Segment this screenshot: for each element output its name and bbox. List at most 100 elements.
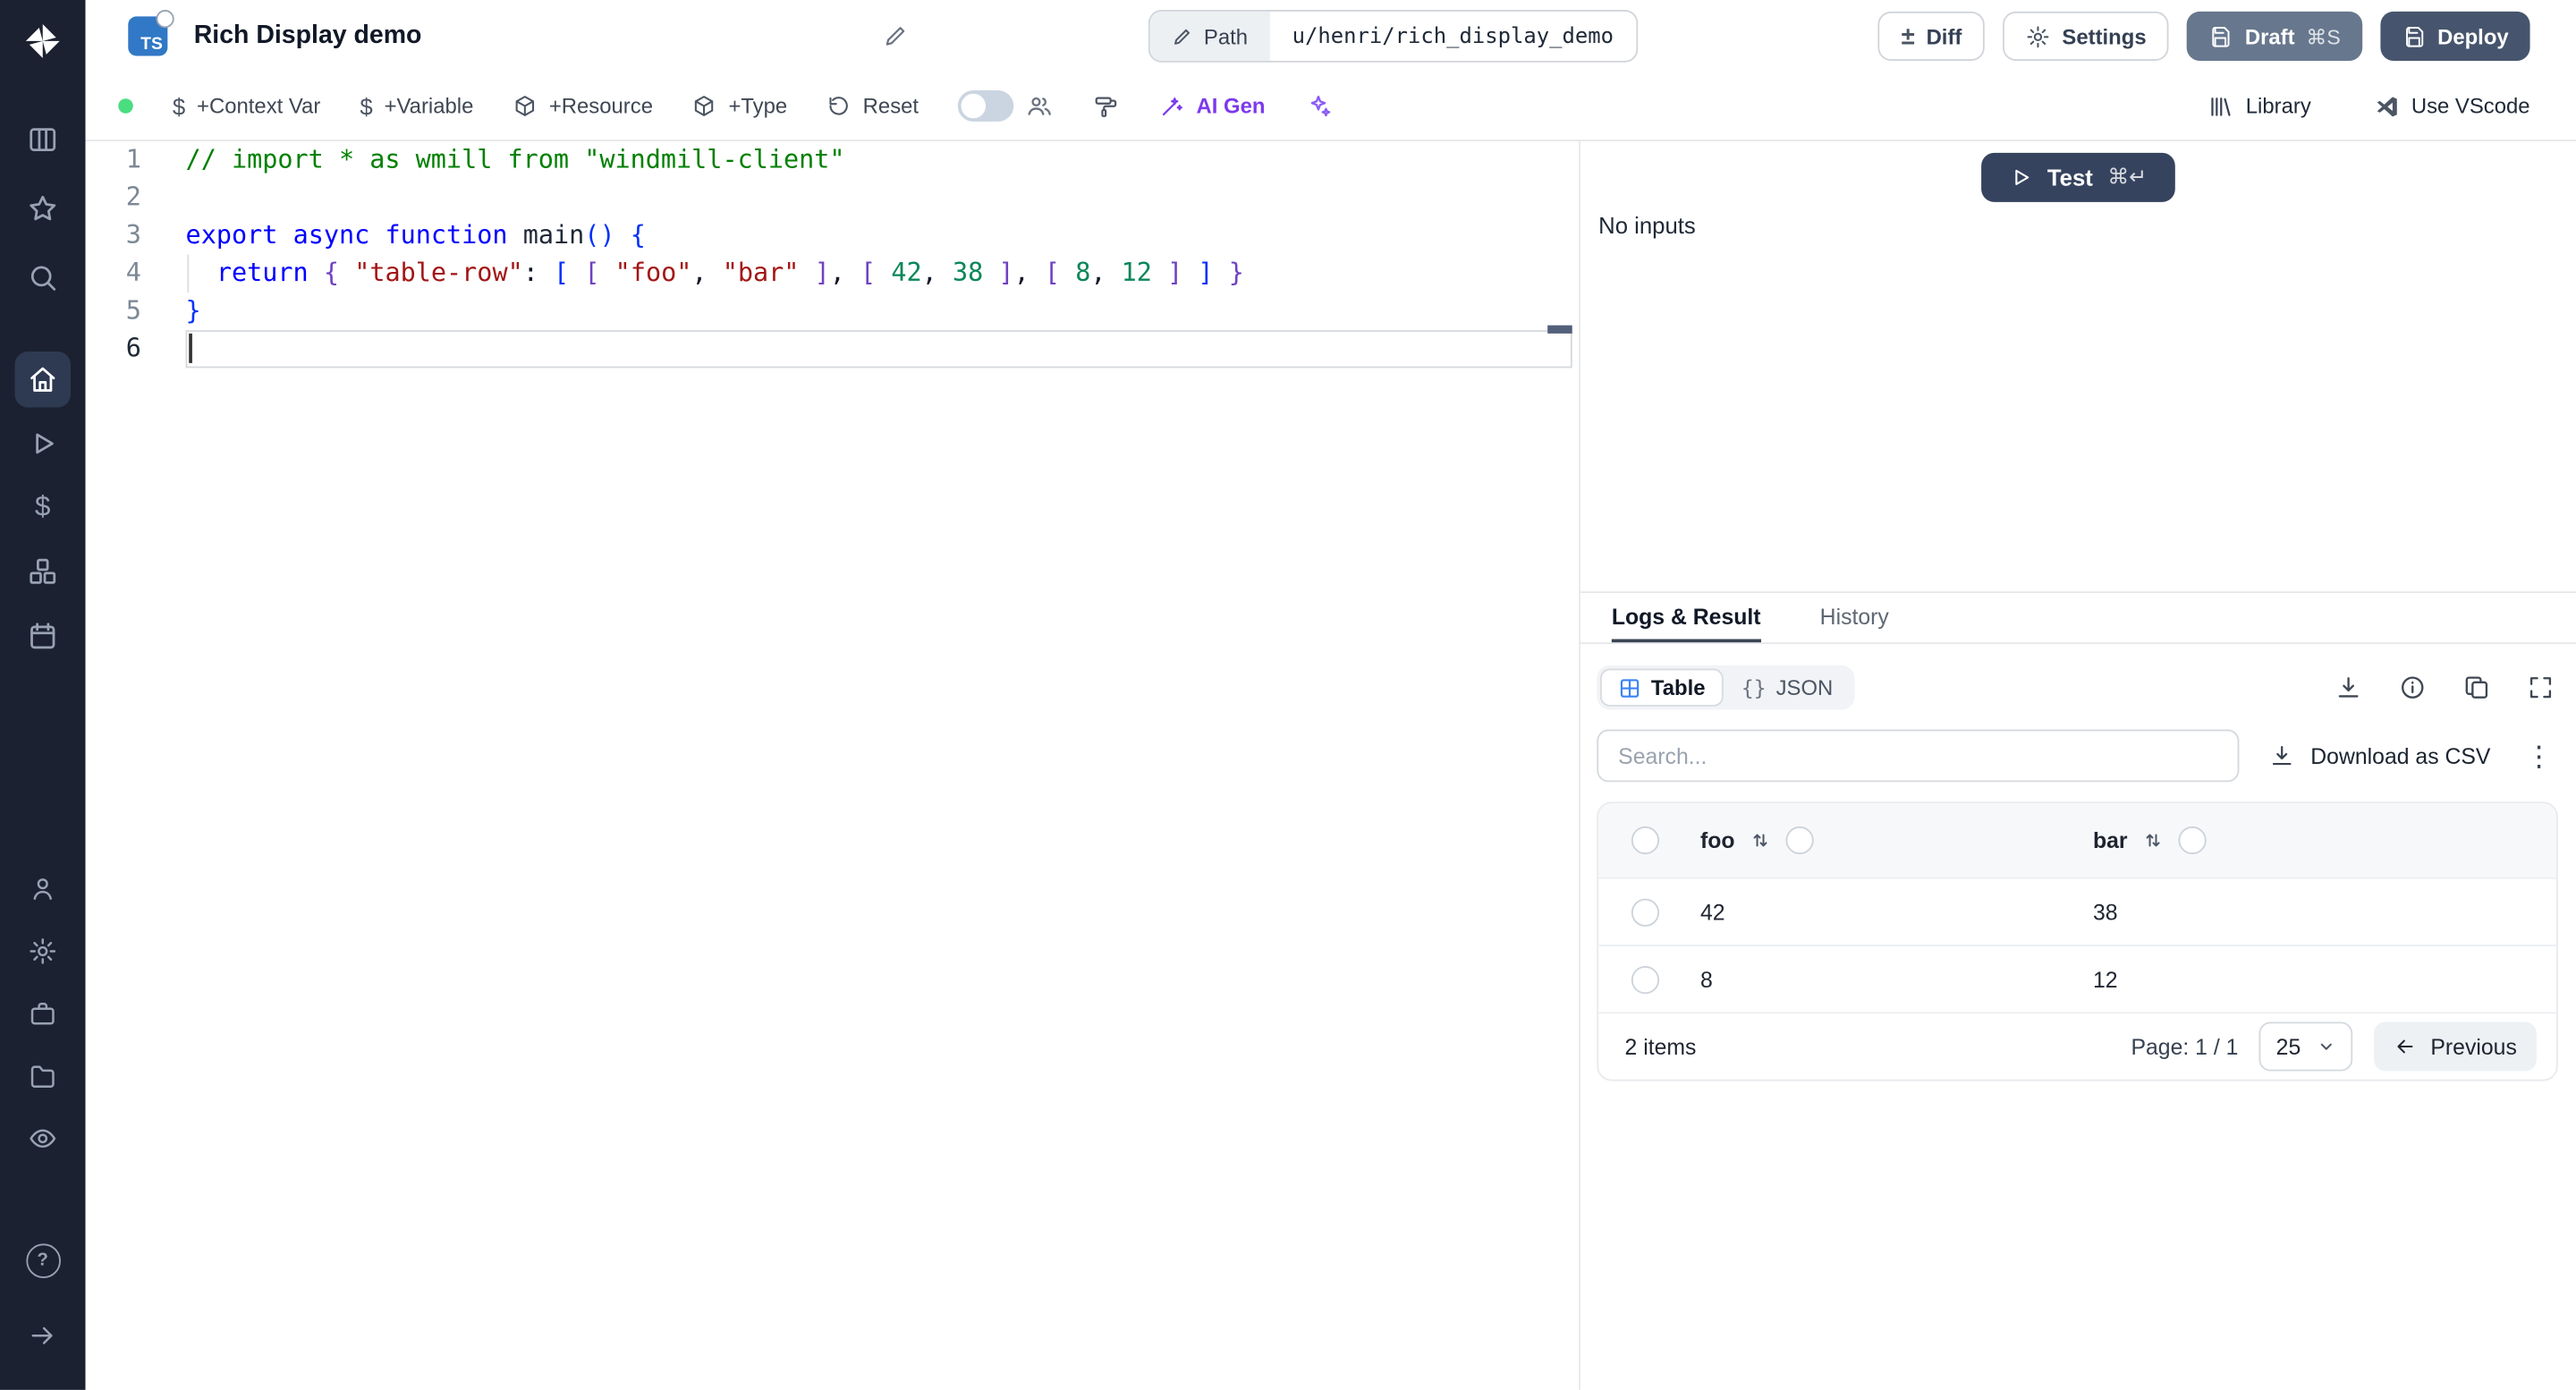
download-icon[interactable] <box>2334 674 2362 701</box>
download-csv-button[interactable]: Download as CSV <box>2269 742 2490 768</box>
view-json-button[interactable]: {} JSON <box>1724 669 1852 707</box>
diff-label: Diff <box>1926 23 1962 49</box>
tab-history[interactable]: History <box>1820 593 1889 642</box>
sidebar-item-folders[interactable] <box>15 1048 71 1104</box>
sidebar-item-runs[interactable] <box>15 416 71 471</box>
sidebar-item-home[interactable] <box>14 352 71 408</box>
code-editor[interactable]: 1 2 3 4 5 6 // import * as wmill from "windmi… <box>85 140 1580 1390</box>
sidebar-item-settings[interactable] <box>15 923 71 979</box>
sidebar-item-apps[interactable] <box>15 112 71 167</box>
play-icon <box>2015 169 2029 185</box>
sidebar-item-resources[interactable] <box>15 544 71 599</box>
page-size-select[interactable]: 25 <box>2259 1021 2354 1072</box>
deploy-button[interactable]: Deploy <box>2379 11 2530 61</box>
gear-icon <box>30 938 56 964</box>
ai-sparkle-button[interactable] <box>1305 92 1333 120</box>
row-checkbox[interactable] <box>1630 965 1659 994</box>
info-icon[interactable] <box>2399 674 2427 701</box>
sort-icon[interactable] <box>2142 830 2164 852</box>
code-line[interactable]: } <box>186 292 1580 330</box>
sidebar-item-favorites[interactable] <box>15 181 71 236</box>
sidebar-item-help[interactable]: ? <box>15 1233 71 1288</box>
table-menu-button[interactable]: ⋮ <box>2521 742 2558 769</box>
previous-page-button[interactable]: Previous <box>2374 1021 2537 1072</box>
language-badge-dot <box>156 10 174 29</box>
cell-bar: 12 <box>2092 966 2118 992</box>
gear-icon <box>2027 25 2049 47</box>
home-icon <box>30 367 55 392</box>
sidebar-item-users[interactable] <box>15 860 71 916</box>
pinwheel-icon <box>25 24 60 58</box>
sidebar-item-variables[interactable]: $ <box>15 479 71 535</box>
row-checkbox[interactable] <box>1630 897 1659 926</box>
table-row[interactable]: 42 38 <box>1598 877 2556 945</box>
draft-button[interactable]: Draft ⌘S <box>2187 11 2362 61</box>
eye-icon <box>30 1129 56 1148</box>
sidebar-item-audit-logs[interactable] <box>15 1111 71 1166</box>
chevron-down-icon <box>2321 1043 2333 1050</box>
column-header-foo[interactable]: foo <box>1700 828 1735 853</box>
search-input[interactable] <box>1597 729 2241 783</box>
editor-scrollbar-thumb[interactable] <box>1547 325 1572 334</box>
test-label: Test <box>2046 164 2093 191</box>
tab-logs-result[interactable]: Logs & Result <box>1611 593 1761 643</box>
diff-mode-toggle[interactable] <box>958 90 1054 122</box>
table-row[interactable]: 8 12 <box>1598 945 2556 1012</box>
view-table-button[interactable]: Table <box>1599 668 1724 707</box>
use-vscode-button[interactable]: Use VScode <box>2374 93 2530 119</box>
folder-icon <box>30 1065 55 1089</box>
code-line[interactable]: return { "table-row": [ [ "foo", "bar" ]… <box>186 255 1580 292</box>
result-section: Logs & Result History Table {} JSON Sear… <box>1580 591 2576 1390</box>
header: TS Rich Display demo Path u/henri/rich_d… <box>85 0 2576 72</box>
sort-icon[interactable] <box>1750 830 1771 852</box>
sidebar-item-workers[interactable] <box>15 986 71 1041</box>
ai-gen-label: AI Gen <box>1196 93 1266 119</box>
column-bar-checkbox[interactable] <box>2178 826 2207 855</box>
column-header-bar[interactable]: bar <box>2093 828 2128 853</box>
code-line[interactable]: // import * as wmill from "windmill-clie… <box>186 141 1580 179</box>
ai-gen-button[interactable]: AI Gen <box>1158 93 1265 119</box>
star-icon <box>30 195 56 221</box>
library-label: Library <box>2245 93 2311 119</box>
test-button[interactable]: Test ⌘↵ <box>1981 152 2175 202</box>
sidebar-collapse-button[interactable] <box>15 1308 71 1363</box>
editor-code: // import * as wmill from "windmill-clie… <box>186 141 1580 1390</box>
table-grid-icon <box>1620 678 1640 697</box>
select-all-checkbox[interactable] <box>1630 826 1659 855</box>
reset-button[interactable]: Reset <box>826 94 919 118</box>
code-line[interactable] <box>186 179 1580 216</box>
code-line[interactable] <box>186 330 1580 368</box>
add-type-label: +Type <box>728 93 788 119</box>
library-icon <box>2211 97 2231 115</box>
add-context-var-label: +Context Var <box>197 93 321 119</box>
line-number: 3 <box>125 220 141 250</box>
copy-icon[interactable] <box>2462 674 2490 701</box>
pencil-icon <box>1174 28 1190 44</box>
code-line[interactable]: export async function main() { <box>186 216 1580 254</box>
content-row: 123456 // import * as wmill from "windmi… <box>85 140 2576 1390</box>
library-button[interactable]: Library <box>2208 93 2311 119</box>
add-variable-button[interactable]: $ +Variable <box>360 93 473 119</box>
download-csv-label: Download as CSV <box>2310 743 2491 768</box>
column-foo-checkbox[interactable] <box>1785 826 1814 855</box>
editor-gutter: 1 2 3 4 5 6 <box>86 141 186 1390</box>
diff-button[interactable]: ± Diff <box>1877 11 1986 61</box>
add-resource-button[interactable]: +Resource <box>513 94 653 118</box>
rename-button[interactable] <box>882 23 908 49</box>
windmill-logo[interactable] <box>21 20 64 63</box>
status-dot <box>118 98 133 114</box>
format-button[interactable] <box>1093 93 1119 119</box>
result-tabs: Logs & Result History <box>1580 593 2576 644</box>
line-number: 1 <box>125 144 141 174</box>
sidebar-item-schedules[interactable] <box>15 608 71 664</box>
save-icon <box>2213 26 2231 47</box>
previous-label: Previous <box>2430 1034 2517 1059</box>
settings-button[interactable]: Settings <box>2003 11 2170 61</box>
add-context-var-button[interactable]: $ +Context Var <box>173 93 320 119</box>
add-type-button[interactable]: +Type <box>692 93 788 119</box>
path-pill[interactable]: Path u/henri/rich_display_demo <box>1148 10 1639 63</box>
vscode-icon <box>2377 96 2397 116</box>
expand-icon[interactable] <box>2527 674 2555 701</box>
refresh-icon <box>829 97 849 115</box>
sidebar-item-search[interactable] <box>15 250 71 305</box>
